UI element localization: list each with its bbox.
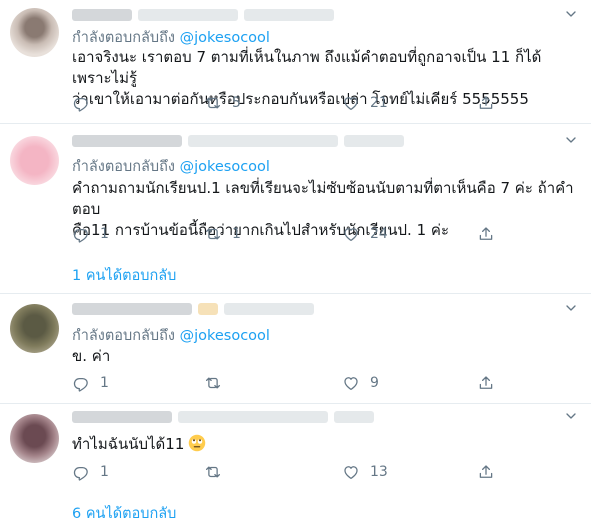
avatar[interactable] bbox=[10, 136, 59, 185]
reply-button[interactable] bbox=[72, 94, 100, 112]
tweet-4[interactable]: ทำไมฉันนับได้11 1 13 6 คนได้ตอบกลับ bbox=[0, 404, 591, 527]
reply-button[interactable]: 1 bbox=[72, 225, 109, 243]
rolling-eyes-emoji bbox=[189, 434, 206, 452]
retweet-icon bbox=[204, 374, 222, 392]
retweet-icon bbox=[204, 94, 222, 112]
like-button[interactable]: 13 bbox=[342, 463, 388, 481]
retweet-icon bbox=[204, 225, 222, 243]
chevron-down-icon[interactable] bbox=[563, 132, 579, 148]
heart-icon bbox=[342, 225, 360, 243]
heart-icon bbox=[342, 374, 360, 392]
reply-icon bbox=[72, 94, 90, 112]
retweet-button[interactable]: 1 bbox=[204, 225, 241, 243]
reply-button[interactable]: 1 bbox=[72, 463, 109, 481]
avatar[interactable] bbox=[10, 304, 59, 353]
reply-icon bbox=[72, 225, 90, 243]
heart-icon bbox=[342, 463, 360, 481]
reply-count: 1 bbox=[100, 226, 109, 242]
tweet-text-line: ทำไมฉันนับได้11 bbox=[72, 435, 185, 453]
like-button[interactable]: 21 bbox=[342, 94, 388, 112]
replying-to: กำลังตอบกลับถึง @jokesocool bbox=[72, 26, 270, 49]
share-button[interactable] bbox=[477, 225, 495, 243]
tweet-actions: 5 21 bbox=[72, 94, 502, 114]
tweet-text: ทำไมฉันนับได้11 bbox=[72, 434, 577, 455]
like-count: 9 bbox=[370, 375, 379, 391]
replying-to: กำลังตอบกลับถึง @jokesocool bbox=[72, 155, 270, 178]
replying-to: กำลังตอบกลับถึง @jokesocool bbox=[72, 324, 270, 347]
replying-prefix: กำลังตอบกลับถึง bbox=[72, 30, 175, 46]
reply-count: 1 bbox=[100, 464, 109, 480]
like-button[interactable]: 9 bbox=[342, 374, 379, 392]
like-count: 13 bbox=[370, 464, 388, 480]
retweet-count: 1 bbox=[232, 226, 241, 242]
chevron-down-icon[interactable] bbox=[563, 408, 579, 424]
avatar[interactable] bbox=[10, 414, 59, 463]
show-replies-link[interactable]: 1 คนได้ตอบกลับ bbox=[72, 264, 176, 287]
avatar[interactable] bbox=[10, 8, 59, 57]
replying-handle-link[interactable]: @jokesocool bbox=[180, 159, 270, 175]
retweet-icon bbox=[204, 463, 222, 481]
retweet-button[interactable]: 5 bbox=[204, 94, 241, 112]
tweet-text-line: เอาจริงนะ เราตอบ 7 ตามที่เห็นในภาพ ถึงแม… bbox=[72, 48, 542, 87]
reply-count: 1 bbox=[100, 375, 109, 391]
share-button[interactable] bbox=[477, 374, 495, 392]
reply-button[interactable]: 1 bbox=[72, 374, 109, 392]
share-icon bbox=[477, 463, 495, 481]
author-name-blurred[interactable] bbox=[72, 300, 314, 318]
author-name-blurred[interactable] bbox=[72, 408, 374, 426]
share-button[interactable] bbox=[477, 94, 495, 112]
like-count: 21 bbox=[370, 95, 388, 111]
retweet-count: 5 bbox=[232, 95, 241, 111]
replying-prefix: กำลังตอบกลับถึง bbox=[72, 159, 175, 175]
tweet-actions: 1 9 bbox=[72, 374, 502, 394]
reply-icon bbox=[72, 463, 90, 481]
like-button[interactable]: 24 bbox=[342, 225, 388, 243]
tweet-2[interactable]: กำลังตอบกลับถึง @jokesocool คำถามถามนักเ… bbox=[0, 124, 591, 292]
author-name-blurred[interactable] bbox=[72, 6, 334, 24]
retweet-button[interactable] bbox=[204, 463, 232, 481]
tweet-text-line: ข. ค่า bbox=[72, 347, 111, 365]
share-button[interactable] bbox=[477, 463, 495, 481]
show-replies-link[interactable]: 6 คนได้ตอบกลับ bbox=[72, 502, 176, 525]
tweet-actions: 1 13 bbox=[72, 463, 502, 483]
author-name-blurred[interactable] bbox=[72, 132, 404, 150]
chevron-down-icon[interactable] bbox=[563, 300, 579, 316]
share-icon bbox=[477, 94, 495, 112]
share-icon bbox=[477, 225, 495, 243]
tweet-1[interactable]: กำลังตอบกลับถึง @jokesocool เอาจริงนะ เร… bbox=[0, 0, 591, 122]
share-icon bbox=[477, 374, 495, 392]
chevron-down-icon[interactable] bbox=[563, 6, 579, 22]
replying-handle-link[interactable]: @jokesocool bbox=[180, 30, 270, 46]
tweet-text-line: คำถามถามนักเรียนป.1 เลขที่เรียนจะไม่ซับซ… bbox=[72, 179, 574, 218]
reply-icon bbox=[72, 374, 90, 392]
retweet-button[interactable] bbox=[204, 374, 232, 392]
heart-icon bbox=[342, 94, 360, 112]
like-count: 24 bbox=[370, 226, 388, 242]
tweet-text: ข. ค่า bbox=[72, 346, 577, 367]
replying-handle-link[interactable]: @jokesocool bbox=[180, 328, 270, 344]
replying-prefix: กำลังตอบกลับถึง bbox=[72, 328, 175, 344]
tweet-actions: 1 1 24 bbox=[72, 225, 502, 245]
tweet-3[interactable]: กำลังตอบกลับถึง @jokesocool ข. ค่า 1 9 bbox=[0, 294, 591, 402]
